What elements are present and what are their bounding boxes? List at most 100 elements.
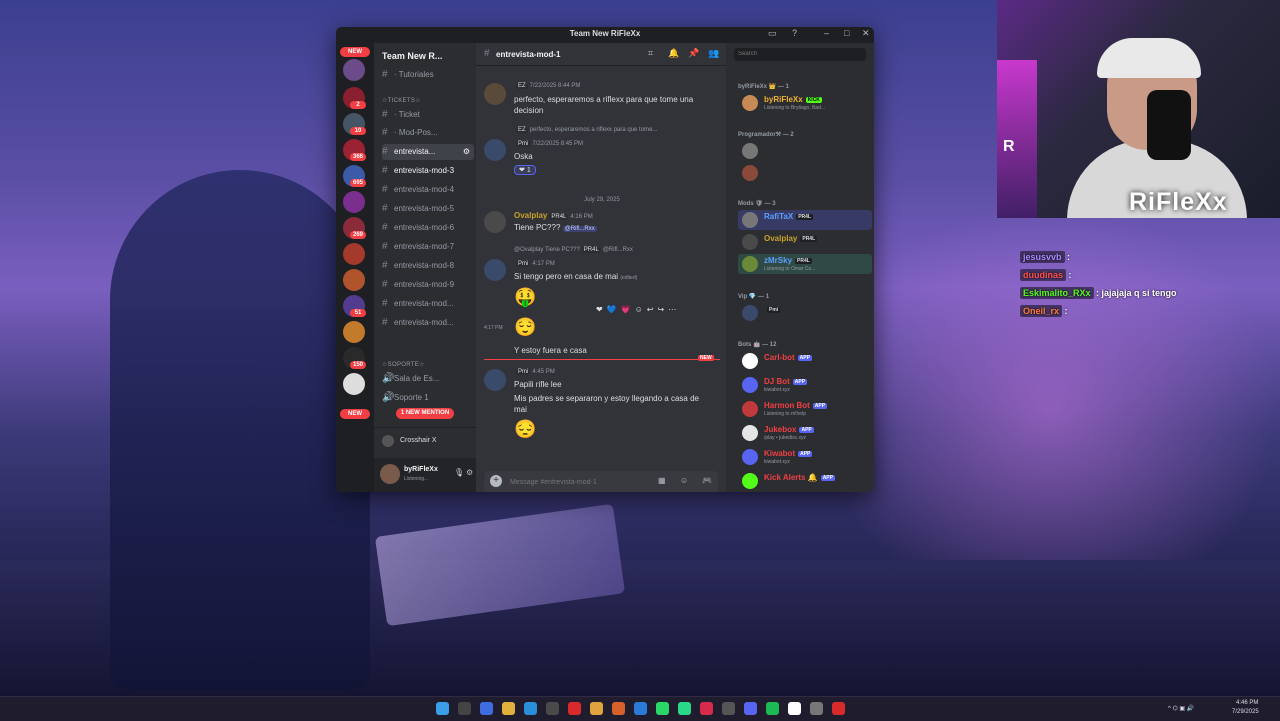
discord-icon[interactable] bbox=[744, 702, 757, 715]
channel-mod-pos[interactable]: # · Mod-Pos... bbox=[382, 125, 474, 141]
reaction-heart[interactable]: ❤ 1 bbox=[514, 165, 536, 175]
settings-icon[interactable]: ⚙ bbox=[463, 144, 470, 160]
channel-active[interactable]: # entrevista... ⚙ bbox=[382, 144, 474, 160]
unread-badge: 269 bbox=[350, 231, 366, 239]
start-icon[interactable] bbox=[436, 702, 449, 715]
app-icon[interactable] bbox=[656, 702, 669, 715]
member-item[interactable] bbox=[738, 141, 872, 161]
guild-name[interactable]: Team New R... bbox=[382, 51, 442, 61]
app-badge: APP bbox=[820, 475, 835, 481]
server-icon[interactable] bbox=[343, 191, 365, 213]
settings-icon[interactable]: ⚙ bbox=[466, 468, 473, 477]
channel-item[interactable]: # entrevista-mod... bbox=[382, 296, 474, 312]
user-mention[interactable]: @Rifl...Rxx bbox=[562, 226, 597, 232]
member-name: Jukebox APP bbox=[764, 425, 814, 434]
spotify-icon[interactable] bbox=[766, 702, 779, 715]
server-icon[interactable] bbox=[343, 373, 365, 395]
channel-tutoriales[interactable]: # · Tutoriales bbox=[382, 67, 474, 83]
gift-icon[interactable]: ▦ bbox=[658, 476, 666, 485]
tray-icons[interactable]: ^ ⌬ ▣ 🔊 bbox=[1168, 705, 1194, 712]
member-item[interactable]: Jukebox APP/play • jukedisc.xyz bbox=[738, 423, 872, 443]
member-item[interactable]: Kick Alerts 🔔 APP bbox=[738, 471, 872, 491]
avatar[interactable] bbox=[484, 139, 506, 161]
chrome-icon[interactable] bbox=[590, 702, 603, 715]
server-icon[interactable] bbox=[343, 321, 365, 343]
edge-icon[interactable] bbox=[524, 702, 537, 715]
channel-item[interactable]: # entrevista-mod-3 bbox=[382, 163, 474, 179]
channel-item[interactable]: # entrevista-mod-9 bbox=[382, 277, 474, 293]
category-soporte[interactable]: ☆SOPORTE☆ bbox=[382, 361, 425, 368]
message[interactable]: Pmi 4:45 PM Papili rifle lee Mis padres s… bbox=[484, 369, 720, 455]
help-icon[interactable]: ? bbox=[792, 28, 797, 38]
message-group[interactable]: 🤑 4:17 PM 😌 ❤💙💗☺↩↪⋯ Y estoy fuera e casa bbox=[484, 287, 720, 355]
channel-item[interactable]: # entrevista-mod-8 bbox=[382, 258, 474, 274]
avatar[interactable] bbox=[484, 211, 506, 233]
pin-icon[interactable]: 📌 bbox=[688, 48, 699, 59]
role-tag: Pmi bbox=[516, 261, 531, 267]
author-name[interactable]: Ovalplay bbox=[514, 211, 547, 220]
member-item[interactable]: DJ Bot APP kiwabot.xyz bbox=[738, 375, 872, 395]
member-item[interactable]: zMrSky PR4L Listening to Omar Co... bbox=[738, 254, 872, 274]
message-actions[interactable]: ❤💙💗☺↩↪⋯ bbox=[596, 305, 680, 314]
channel-item[interactable]: # entrevista-mod-5 bbox=[382, 201, 474, 217]
message[interactable]: @Ovalplay Tiene PC??? PR4L @Rifl...Rxx Pmi… bbox=[484, 247, 720, 287]
channel-item[interactable]: # entrevista-mod... bbox=[382, 315, 474, 331]
app-icon[interactable] bbox=[832, 702, 845, 715]
clock-time[interactable]: 4:46 PM bbox=[1236, 700, 1258, 706]
member-item[interactable]: Ovalplay PR4L bbox=[738, 232, 872, 252]
server-icon[interactable] bbox=[343, 243, 365, 265]
minimize-button[interactable]: – bbox=[824, 28, 829, 38]
folder-icon[interactable] bbox=[502, 702, 515, 715]
message-input[interactable] bbox=[508, 474, 642, 490]
server-icon[interactable] bbox=[343, 269, 365, 291]
avatar[interactable] bbox=[484, 369, 506, 391]
channel-item[interactable]: # entrevista-mod-6 bbox=[382, 220, 474, 236]
app-icon[interactable] bbox=[722, 702, 735, 715]
search-icon[interactable] bbox=[458, 702, 471, 715]
emoji-icon[interactable]: ☺ bbox=[680, 476, 688, 485]
app-icon[interactable] bbox=[678, 702, 691, 715]
threads-icon[interactable]: ⌗ bbox=[648, 48, 653, 59]
voice-channel[interactable]: 🔊Sala de Es... bbox=[382, 371, 474, 387]
search-input[interactable] bbox=[734, 48, 866, 61]
clock-date[interactable]: 7/29/2025 bbox=[1232, 709, 1259, 715]
member-item[interactable]: RafiTaX PR4L bbox=[738, 210, 872, 230]
app-icon[interactable] bbox=[788, 702, 801, 715]
voice-channel[interactable]: 🔊Soporte 1 bbox=[382, 390, 474, 406]
member-item[interactable]: Harmon Bot APP Listening to m!help bbox=[738, 399, 872, 419]
avatar[interactable] bbox=[380, 464, 400, 484]
server-icon[interactable] bbox=[343, 59, 365, 81]
mic-icon[interactable]: 🎙 bbox=[454, 468, 464, 477]
app-icon[interactable] bbox=[700, 702, 713, 715]
member-item[interactable]: Pmi bbox=[738, 303, 872, 323]
opera-icon[interactable] bbox=[568, 702, 581, 715]
member-item[interactable]: byRiFleXx KICK Listening to Brytiago, Bad.… bbox=[738, 93, 872, 113]
member-item[interactable] bbox=[738, 163, 872, 183]
bell-icon[interactable]: 🔔 bbox=[668, 48, 679, 59]
channel-ticket[interactable]: # · Ticket bbox=[382, 107, 474, 123]
close-button[interactable]: ✕ bbox=[862, 28, 870, 39]
add-attachment-icon[interactable]: + bbox=[490, 475, 502, 487]
game-icon[interactable]: 🎮 bbox=[702, 476, 712, 485]
app-icon[interactable] bbox=[546, 702, 559, 715]
new-mention-pill[interactable]: 1 NEW MENTION bbox=[396, 408, 454, 419]
app-icon[interactable] bbox=[480, 702, 493, 715]
app-icon[interactable] bbox=[634, 702, 647, 715]
message[interactable]: Ovalplay PR4L 4:16 PM Tiene PC??? @Rifl...… bbox=[484, 211, 720, 241]
channel-item[interactable]: # entrevista-mod-7 bbox=[382, 239, 474, 255]
inbox-icon[interactable]: ▭ bbox=[768, 28, 777, 39]
maximize-button[interactable]: □ bbox=[844, 28, 849, 38]
app-icon[interactable] bbox=[810, 702, 823, 715]
members-icon[interactable]: 👥 bbox=[708, 48, 719, 59]
member-name: Kiwabot APP bbox=[764, 449, 813, 458]
app-badge: APP bbox=[799, 427, 814, 433]
member-item[interactable]: Kiwabot APP kiwabot.xyz bbox=[738, 447, 872, 467]
app-icon[interactable] bbox=[612, 702, 625, 715]
channel-item[interactable]: # entrevista-mod-4 bbox=[382, 182, 474, 198]
message[interactable]: EZ perfecto, esperaremos a riflexx para q… bbox=[484, 127, 720, 183]
message[interactable]: EZ 7/22/2025 8:44 PM perfecto, esperaremo… bbox=[484, 83, 720, 119]
category-tickets[interactable]: ☆TICKETS☆ bbox=[382, 97, 421, 104]
avatar[interactable] bbox=[484, 259, 506, 281]
member-item[interactable]: Carl-bot APP bbox=[738, 351, 872, 371]
avatar[interactable] bbox=[484, 83, 506, 105]
